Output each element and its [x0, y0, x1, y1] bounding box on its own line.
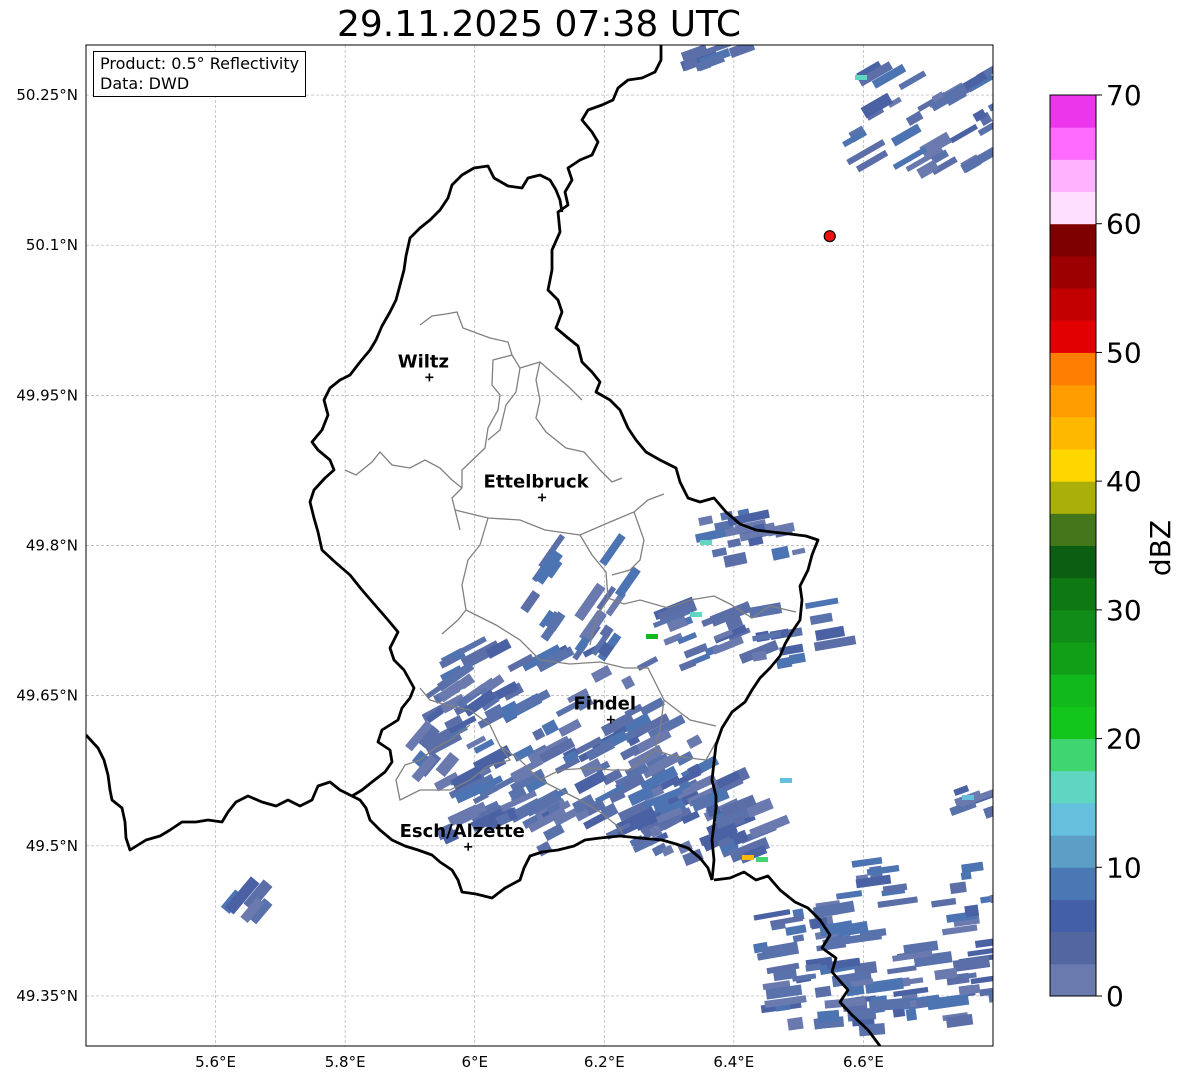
info-box: Product: 0.5° Reflectivity Data: DWD: [93, 51, 307, 97]
colorbar-segment: [1050, 867, 1096, 900]
radar-site-marker: [823, 230, 836, 243]
lon-tick-label: 6.4°E: [713, 1053, 754, 1071]
echo-cell-strong: [700, 540, 712, 545]
echo-cell-strong: [780, 778, 792, 783]
colorbar-tick-label: 50: [1106, 336, 1142, 369]
echo-cell-strong: [756, 857, 768, 862]
colorbar-segment: [1050, 674, 1096, 707]
colorbar-segment: [1050, 609, 1096, 643]
colorbar-label: dBZ: [1144, 520, 1177, 576]
colorbar-segment: [1050, 384, 1096, 418]
colorbar-segment: [1050, 95, 1096, 128]
colorbar-segment: [1050, 127, 1096, 160]
colorbar-tick-label: 40: [1106, 465, 1142, 498]
colorbar-segment: [1050, 448, 1096, 482]
colorbar-segment: [1050, 159, 1096, 193]
colorbar: 0 10 20 30 40 50 60 70 dBZ: [1049, 79, 1177, 1013]
lat-tick-label: 50.25°N: [16, 86, 78, 104]
colorbar-segment: [1050, 899, 1096, 933]
colorbar-segment: [1050, 963, 1096, 997]
colorbar-tick-label: 30: [1106, 594, 1142, 627]
city-label: Wiltz: [398, 351, 449, 372]
colorbar-segment: [1050, 481, 1096, 514]
colorbar-segment: [1050, 835, 1096, 868]
city-label: Findel: [573, 694, 636, 715]
colorbar-tick-label: 20: [1106, 723, 1142, 756]
echo-cell: [787, 1016, 804, 1031]
echo-cell-strong: [962, 795, 974, 800]
lon-tick-label: 6.2°E: [584, 1053, 625, 1071]
colorbar-segment: [1050, 642, 1096, 675]
colorbar-tick-label: 10: [1106, 851, 1142, 884]
product-label: Product: 0.5° Reflectivity: [100, 54, 300, 73]
lat-tick-label: 49.5°N: [26, 837, 78, 855]
lat-tick-label: 49.65°N: [16, 687, 78, 705]
colorbar-tick-label: 0: [1106, 980, 1124, 1013]
colorbar-segment: [1050, 770, 1096, 804]
colorbar-segment: [1050, 191, 1096, 225]
lat-tick-label: 49.35°N: [16, 987, 78, 1005]
colorbar-segment: [1050, 513, 1096, 546]
echo-cell-strong: [646, 634, 658, 639]
colorbar-tick-label: 70: [1106, 79, 1142, 112]
colorbar-segment: [1050, 320, 1096, 353]
echo-cell: [817, 1009, 840, 1024]
lat-tick-label: 50.1°N: [26, 236, 78, 254]
lon-tick-label: 6°E: [461, 1053, 488, 1071]
city-label: Ettelbruck: [484, 471, 590, 492]
lon-tick-label: 6.6°E: [843, 1053, 884, 1071]
colorbar-segment: [1050, 738, 1096, 772]
echo-cell: [964, 904, 980, 918]
colorbar-segment: [1050, 223, 1096, 257]
colorbar-segment: [1050, 931, 1096, 965]
echo-cell: [905, 1008, 918, 1022]
colorbar-segment: [1050, 545, 1096, 579]
radar-map: 5.6°E 5.8°E 6°E 6.2°E 6.4°E 6.6°E 50.25°N 50.1°…: [16, 44, 1177, 1071]
colorbar-segment: [1050, 352, 1096, 386]
echo-cell-strong: [742, 855, 754, 860]
lat-tick-label: 49.8°N: [26, 537, 78, 555]
echo-cell-strong: [690, 612, 702, 617]
lon-tick-label: 5.6°E: [195, 1053, 236, 1071]
colorbar-segment: [1050, 577, 1096, 611]
data-source-label: Data: DWD: [100, 74, 190, 93]
echo-cell: [949, 881, 967, 895]
lon-tick-label: 5.8°E: [325, 1053, 366, 1071]
lat-tick-label: 49.95°N: [16, 386, 78, 404]
echo-cell: [960, 871, 972, 881]
colorbar-segment: [1050, 255, 1096, 289]
city-label: Esch/Alzette: [400, 821, 525, 842]
echo-cell-strong: [855, 75, 867, 80]
colorbar-segment: [1050, 802, 1096, 836]
colorbar-segment: [1050, 288, 1096, 321]
colorbar-tick-label: 60: [1106, 208, 1142, 241]
colorbar-segment: [1050, 706, 1096, 740]
colorbar-segment: [1050, 416, 1096, 450]
echo-cell: [814, 985, 832, 998]
